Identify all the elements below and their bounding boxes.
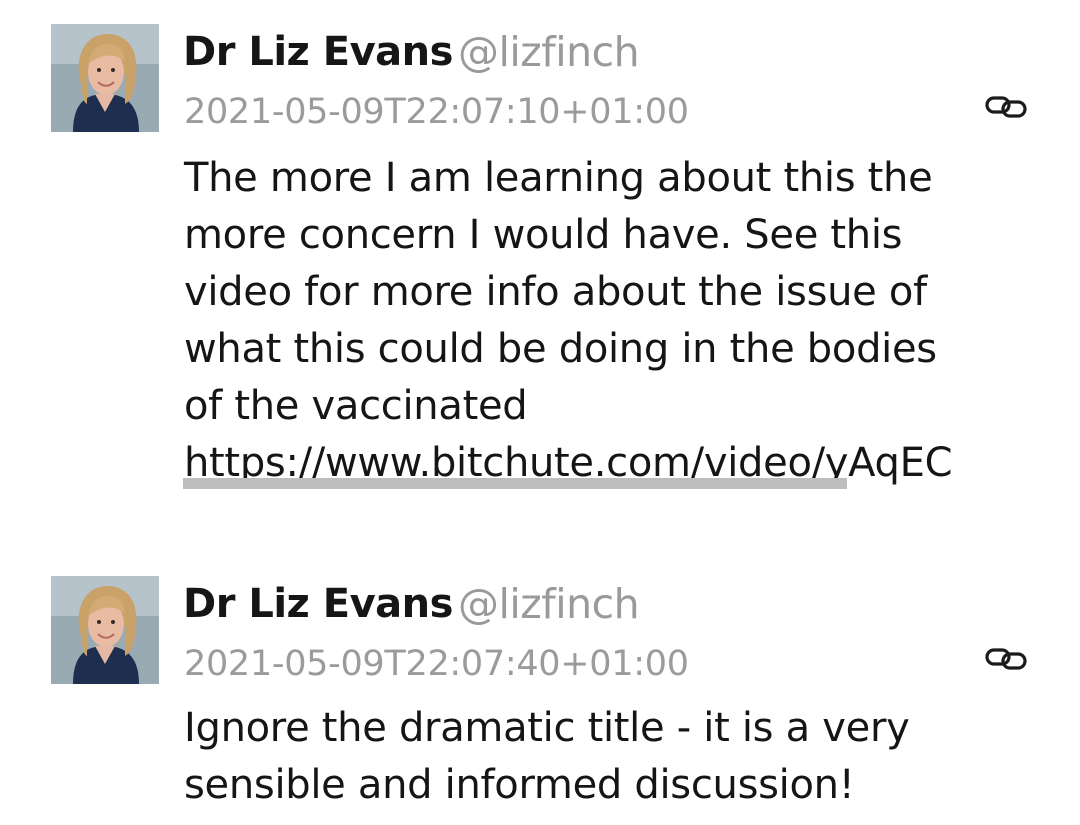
post-text-line: video for more info about the issue of [184,269,927,315]
post-text-line: Ignore the dramatic title - it is a very [184,705,910,751]
post-text-line: sensible and informed discussion! [184,762,855,808]
link-underline [183,478,847,489]
avatar[interactable] [51,24,159,132]
post-text-line: what this could be doing in the bodies [184,326,937,372]
post-body: The more I am learning about this the mo… [184,150,1044,492]
link-icon[interactable] [984,95,1028,119]
link-icon[interactable] [984,647,1028,671]
post-text-line: The more I am learning about this the [184,155,933,201]
post-body: Ignore the dramatic title - it is a very… [184,700,1044,814]
timestamp[interactable]: 2021-05-09T22:07:40+01:00 [184,642,689,686]
timestamp[interactable]: 2021-05-09T22:07:10+01:00 [184,90,689,134]
author-handle[interactable]: @lizfinch [458,28,640,76]
post-text-line: more concern I would have. See this [184,212,903,258]
author-handle[interactable]: @lizfinch [458,580,640,628]
post: Dr Liz Evans @lizfinch 2021-05-09T22:07:… [0,0,1080,530]
author-name[interactable]: Dr Liz Evans [183,580,453,628]
author-name[interactable]: Dr Liz Evans [183,28,453,76]
post: Dr Liz Evans @lizfinch 2021-05-09T22:07:… [0,552,1080,825]
avatar[interactable] [51,576,159,684]
post-text-line: of the vaccinated [184,383,528,429]
